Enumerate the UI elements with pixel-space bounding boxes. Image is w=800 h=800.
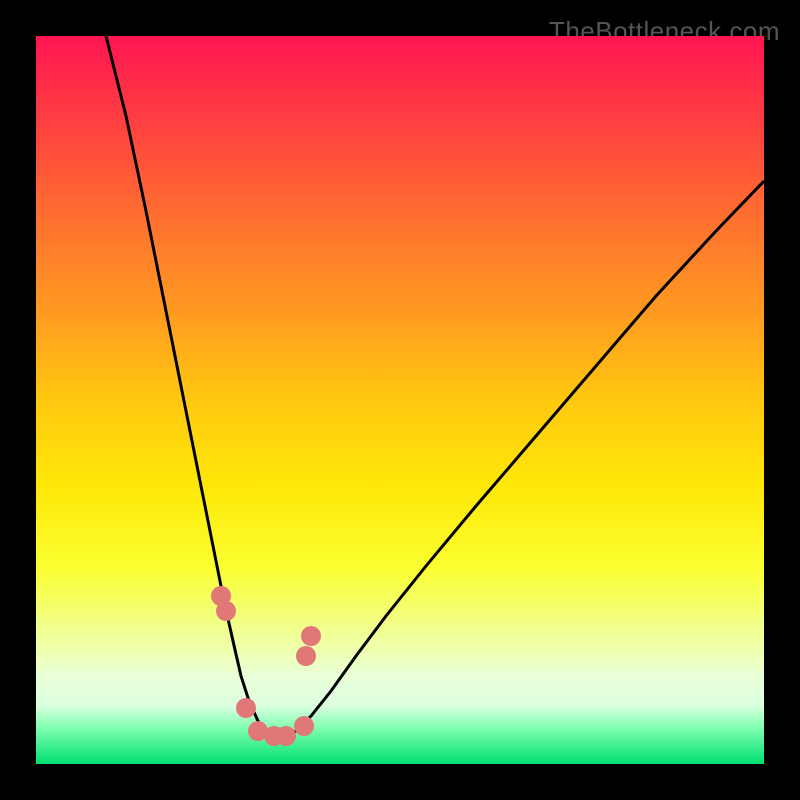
chart-frame: TheBottleneck.com	[0, 0, 800, 800]
marker-dot	[294, 716, 314, 736]
bottleneck-curve	[106, 36, 764, 736]
marker-dot	[276, 726, 296, 746]
chart-svg	[36, 36, 764, 764]
plot-area	[36, 36, 764, 764]
marker-dots-group	[211, 586, 321, 746]
marker-dot	[301, 626, 321, 646]
marker-dot	[236, 698, 256, 718]
marker-dot	[296, 646, 316, 666]
marker-dot	[216, 601, 236, 621]
